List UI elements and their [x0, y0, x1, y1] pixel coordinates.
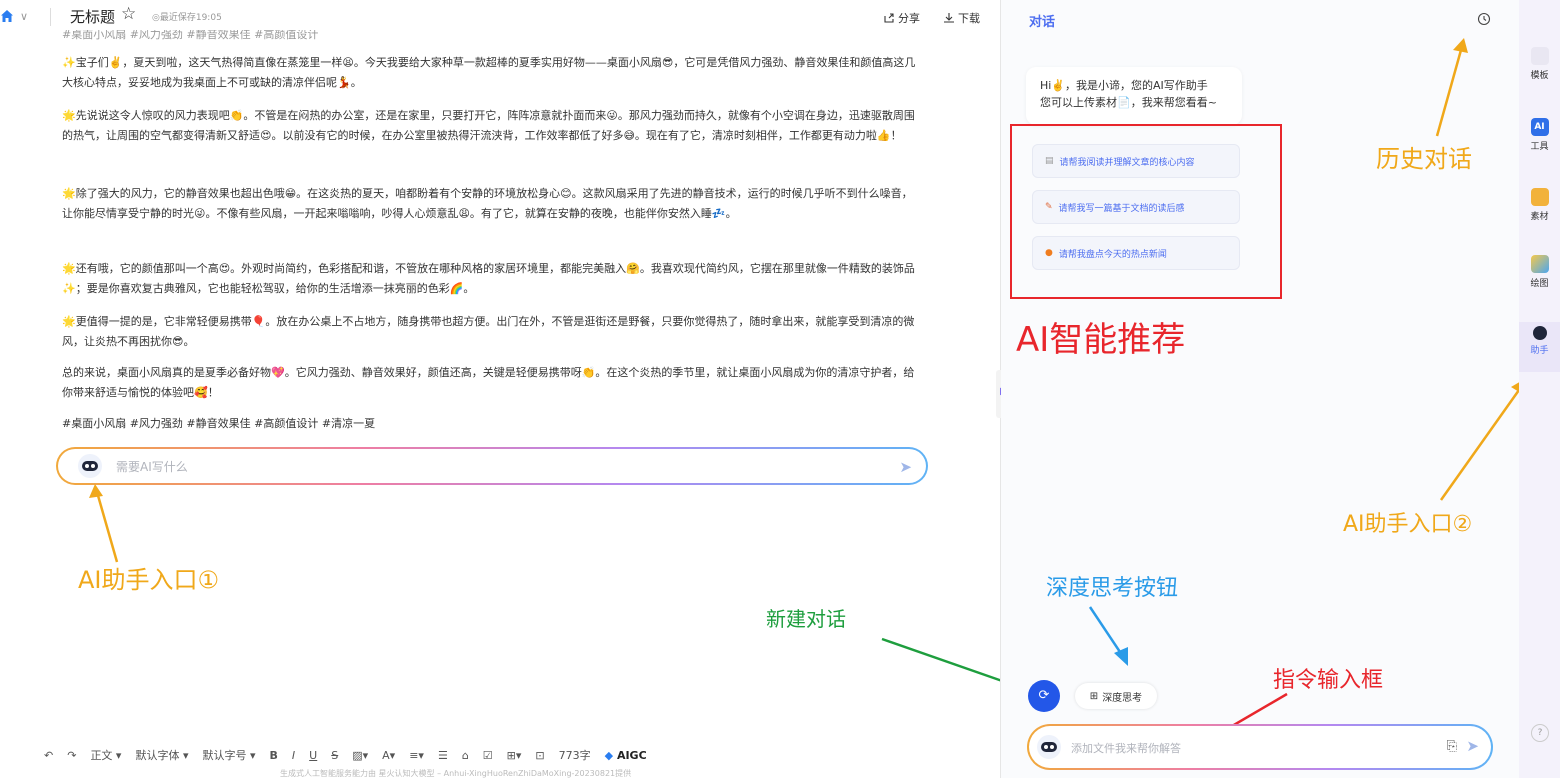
chat-input[interactable]: 添加文件我来帮你解答 ⎘ ➤: [1027, 724, 1493, 770]
annotation-new-chat: 新建对话: [766, 607, 846, 631]
share-label: 分享: [898, 12, 920, 25]
editor-clipped-line: #桌面小风扇 #风力强劲 #静音效果佳 #高颜值设计: [62, 30, 319, 41]
checkbox-icon[interactable]: ☑: [483, 749, 493, 762]
ai-assistant-input[interactable]: 需要AI写什么 ➤: [56, 447, 928, 485]
send-icon[interactable]: ➤: [899, 458, 912, 476]
share-button[interactable]: 分享: [883, 10, 920, 26]
download-button[interactable]: 下载: [943, 10, 980, 26]
rail-label: 工具: [1530, 142, 1549, 152]
annotation-entry-2: AI助手入口②: [1343, 512, 1473, 537]
rail-item-template[interactable]: 模板: [1519, 47, 1560, 81]
italic-button[interactable]: I: [292, 749, 295, 762]
suggestion-label: 请帮我盘点今天的热点新闻: [1058, 249, 1167, 260]
rail-label: 绘图: [1530, 279, 1549, 289]
image-icon[interactable]: ⊡: [535, 749, 544, 762]
annotation-arrow: [1088, 606, 1128, 666]
hashtags[interactable]: #桌面小风扇 #风力强劲 #静音效果佳 #高颜值设计 #清凉一夏: [62, 414, 922, 434]
rail-label: 模板: [1530, 71, 1549, 81]
table-icon[interactable]: ⊞▾: [507, 749, 522, 762]
underline-button[interactable]: U: [309, 749, 317, 762]
word-count: 773字: [558, 749, 591, 762]
annotation-arrow: [1435, 38, 1468, 137]
robot-icon: [1532, 326, 1547, 340]
document-title[interactable]: 无标题: [70, 6, 115, 27]
rail-item-tools[interactable]: AI 工具: [1519, 118, 1560, 152]
paragraph[interactable]: 🌟更值得一提的是，它非常轻便易携带🎈。放在办公桌上不占地方，随身携带也超方便。出…: [62, 312, 922, 351]
highlight-icon[interactable]: ▨▾: [352, 749, 368, 762]
download-label: 下载: [958, 12, 980, 25]
rail-item-assistant[interactable]: 助手: [1519, 322, 1560, 372]
chat-title: 对话: [1029, 15, 1056, 30]
paragraph-style-select[interactable]: 正文 ▾: [90, 747, 121, 763]
font-color-icon[interactable]: A▾: [382, 749, 395, 762]
aigc-label: AIGC: [616, 748, 647, 762]
rail-label: 素材: [1530, 212, 1549, 222]
undo-icon[interactable]: ↶: [44, 749, 53, 762]
new-chat-button[interactable]: ⟳: [1028, 680, 1060, 712]
suggestion-label: 请帮我阅读并理解文章的核心内容: [1059, 157, 1195, 168]
bold-button[interactable]: B: [270, 749, 278, 762]
paragraph[interactable]: 🌟还有哦，它的颜值那叫一个高😍。外观时尚简约，色彩搭配和谐，不管放在哪种风格的家…: [62, 259, 922, 298]
rail-item-materials[interactable]: 素材: [1519, 188, 1560, 222]
star-icon[interactable]: ☆: [121, 4, 136, 24]
greeting-line-2: 您可以上传素材📄，我来帮您看看~: [1040, 96, 1217, 109]
annotation-arrow: [89, 484, 119, 563]
pencil-icon: ✎: [1045, 202, 1053, 212]
aigc-button[interactable]: ◆ AIGC: [605, 749, 647, 762]
chat-panel: 对话 Hi✌️，我是小谛，您的AI写作助手 您可以上传素材📄，我来帮您看看~ ▤…: [1001, 0, 1528, 778]
annotation-history: 历史对话: [1376, 145, 1472, 173]
folder-icon: [1530, 188, 1549, 206]
footer-note: 生成式人工智能服务能力由 星火认知大模型 – Anhui-XingHuoRenZ…: [280, 769, 632, 778]
send-icon[interactable]: ➤: [1466, 737, 1479, 755]
share-icon: [884, 13, 894, 23]
suggestion-chip[interactable]: ✎ 请帮我写一篇基于文档的读后感: [1032, 190, 1240, 224]
new-chat-icon: ⟳: [1038, 688, 1050, 703]
chevron-down-icon[interactable]: ∨: [20, 10, 28, 23]
divider: [50, 8, 51, 26]
list-icon[interactable]: ☰: [438, 749, 448, 762]
deep-think-icon: ⊞: [1089, 690, 1099, 702]
robot-icon: [78, 454, 102, 478]
suggestion-chip[interactable]: ● 请帮我盘点今天的热点新闻: [1032, 236, 1240, 270]
fire-icon: ●: [1045, 248, 1053, 258]
greeting-line-1: Hi✌️，我是小谛，您的AI写作助手: [1040, 79, 1208, 92]
annotation-arrow: [1439, 377, 1528, 501]
save-status: ◎最近保存19:05: [152, 13, 222, 23]
attach-file-icon[interactable]: ⎘: [1447, 739, 1457, 754]
redo-icon[interactable]: ↷: [67, 749, 76, 762]
chat-input-placeholder: 添加文件我来帮你解答: [1071, 742, 1181, 755]
document-icon: ▤: [1045, 156, 1054, 166]
paragraph[interactable]: ✨宝子们✌️，夏天到啦，这天气热得简直像在蒸笼里一样😫。今天我要给大家种草一款超…: [62, 53, 922, 92]
home-icon[interactable]: [0, 9, 14, 23]
template-icon: [1530, 47, 1549, 65]
paragraph[interactable]: 🌟除了强大的风力，它的静音效果也超出色哦😁。在这炎热的夏天，咱都盼着有个安静的环…: [62, 184, 922, 223]
align-icon[interactable]: ≡▾: [409, 749, 424, 762]
ai-tools-icon: AI: [1530, 118, 1549, 136]
annotation-ai-recommend: AI智能推荐: [1016, 320, 1186, 360]
paragraph[interactable]: 总的来说，桌面小风扇真的是夏季必备好物💖。它风力强劲、静音效果好，颜值还高，关键…: [62, 363, 922, 402]
greeting-bubble: Hi✌️，我是小谛，您的AI写作助手 您可以上传素材📄，我来帮您看看~: [1026, 67, 1242, 125]
suggestion-chip[interactable]: ▤ 请帮我阅读并理解文章的核心内容: [1032, 144, 1240, 178]
suggestion-label: 请帮我写一篇基于文档的读后感: [1058, 203, 1185, 214]
right-rail: 模板 AI 工具 素材 绘图 助手 ?: [1519, 0, 1560, 778]
rail-item-drawing[interactable]: 绘图: [1519, 255, 1560, 289]
font-family-select[interactable]: 默认字体 ▾: [135, 747, 188, 763]
image-icon: [1530, 255, 1549, 273]
robot-icon: [1037, 735, 1061, 759]
deep-think-button[interactable]: ⊞ 深度思考: [1075, 683, 1157, 709]
strikethrough-button[interactable]: S: [331, 749, 338, 762]
download-icon: [944, 13, 954, 23]
history-icon[interactable]: [1477, 12, 1491, 26]
rail-label: 助手: [1530, 346, 1549, 356]
editor-toolbar: ↶ ↷ 正文 ▾ 默认字体 ▾ 默认字号 ▾ B I U S ▨▾ A▾ ≡▾ …: [44, 744, 661, 766]
font-size-select[interactable]: 默认字号 ▾: [203, 747, 256, 763]
paragraph[interactable]: 🌟先说说这令人惊叹的风力表现吧👏。不管是在闷热的办公室，还是在家里，只要打开它，…: [62, 106, 922, 145]
quote-icon[interactable]: ⌂: [462, 749, 469, 762]
deep-think-label: 深度思考: [1102, 692, 1143, 704]
annotation-deep-button: 深度思考按钮: [1046, 576, 1179, 601]
ai-input-placeholder: 需要AI写什么: [116, 460, 188, 474]
help-icon[interactable]: ?: [1531, 724, 1549, 742]
annotation-entry-1: AI助手入口①: [78, 566, 220, 594]
aigc-icon: ◆: [604, 748, 614, 762]
